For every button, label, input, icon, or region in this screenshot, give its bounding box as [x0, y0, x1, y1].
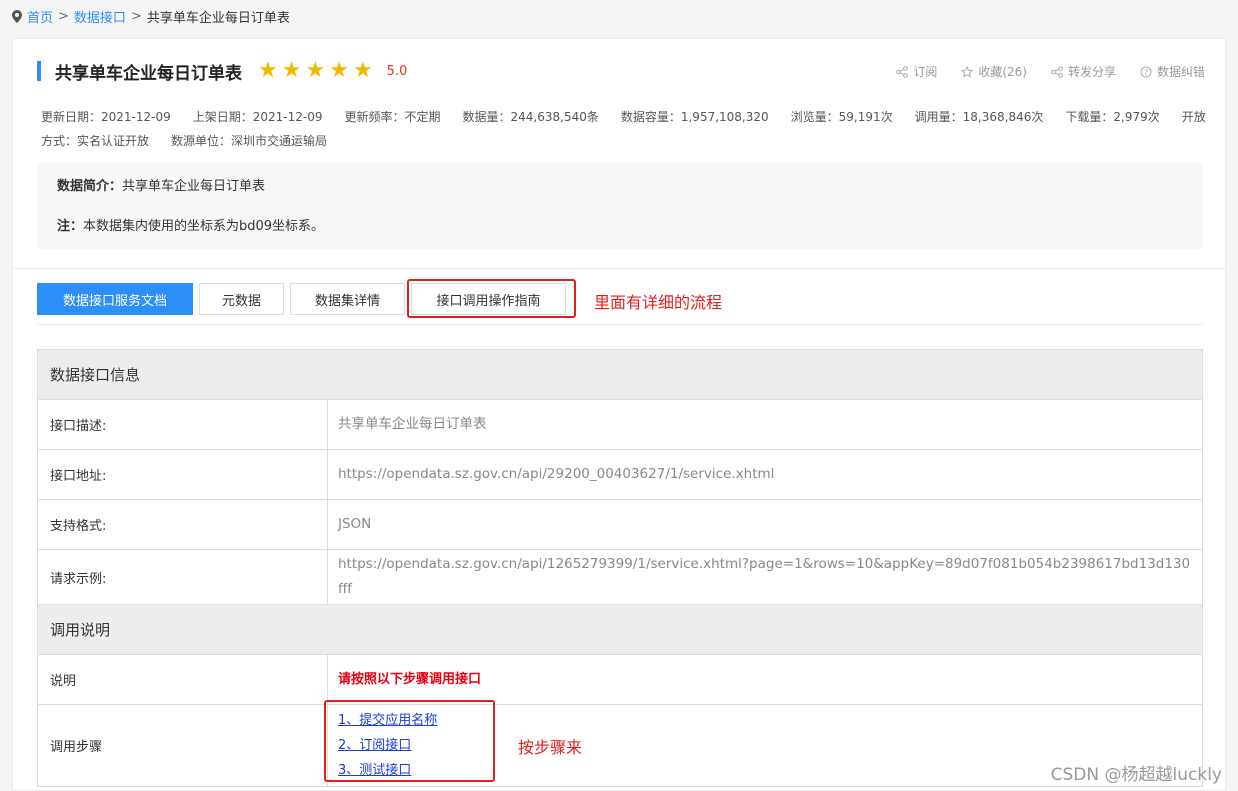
row-value: 共享单车企业每日订单表: [338, 416, 487, 432]
download-count: 下载量：2,979次: [1065, 110, 1160, 124]
share-icon: [896, 65, 909, 78]
report-error-button[interactable]: ? 数据纠错: [1140, 63, 1205, 80]
publish-date: 上架日期：2021-12-09: [192, 110, 323, 124]
breadcrumb-interfaces-link[interactable]: 数据接口: [74, 7, 126, 26]
tab-underline: [37, 324, 1203, 325]
row-value: https://opendata.sz.gov.cn/api/29200_004…: [338, 466, 775, 482]
star-icon: ★: [352, 58, 373, 83]
report-error-label: 数据纠错: [1156, 65, 1205, 79]
tab-api-docs[interactable]: 数据接口服务文档: [37, 283, 193, 315]
annotation-box-steps: [324, 700, 495, 782]
row-label: 接口描述:: [38, 400, 328, 449]
rating-stars: ★ ★ ★ ★ ★: [258, 60, 373, 82]
intro-note: 本数据集内使用的坐标系为bd09坐标系。: [83, 219, 325, 234]
table-row: 调用步骤 1、提交应用名称 2、订阅接口 3、测试接口: [38, 705, 1202, 787]
view-count: 浏览量：59,191次: [790, 110, 893, 124]
subscribe-label: 订阅: [913, 65, 938, 79]
breadcrumb-current: 共享单车企业每日订单表: [146, 10, 290, 26]
row-label: 请求示例:: [38, 550, 328, 604]
star-icon: ★: [258, 58, 278, 83]
star-icon: ★: [305, 58, 326, 83]
row-value: JSON: [338, 516, 372, 532]
call-count: 调用量：18,368,846次: [914, 110, 1044, 124]
title-accent-bar: [37, 61, 41, 81]
source-unit: 数源单位：深圳市交通运输局: [171, 134, 328, 148]
share-label: 转发分享: [1067, 65, 1116, 79]
favorite-label: 收藏(26): [978, 65, 1027, 79]
table-row: 接口地址: https://opendata.sz.gov.cn/api/292…: [38, 450, 1202, 500]
tab-dataset-details[interactable]: 数据集详情: [290, 283, 405, 315]
annotation-guide-note: 里面有详细的流程: [594, 293, 723, 312]
explain-value: 请按照以下步骤调用接口: [338, 672, 482, 687]
row-label: 调用步骤: [38, 705, 328, 786]
table-row: 请求示例: https://opendata.sz.gov.cn/api/126…: [38, 550, 1202, 605]
section-header-call-instructions: 调用说明: [38, 605, 1202, 655]
row-value: https://opendata.sz.gov.cn/api/126527939…: [338, 556, 1191, 597]
intro-summary: 共享单车企业每日订单表: [122, 179, 266, 194]
interface-info-table: 数据接口信息 接口描述: 共享单车企业每日订单表 接口地址: https://o…: [37, 349, 1203, 787]
data-count: 数据量：244,638,540条: [462, 110, 599, 124]
dataset-intro: 数据简介：共享单车企业每日订单表 注：本数据集内使用的坐标系为bd09坐标系。: [37, 163, 1203, 249]
star-outline-icon: [961, 65, 974, 77]
breadcrumb-separator: >: [130, 8, 142, 24]
data-capacity: 数据容量：1,957,108,320: [620, 110, 769, 124]
intro-note-label: 注：: [57, 219, 84, 234]
update-date: 更新日期：2021-12-09: [41, 110, 171, 124]
share-button[interactable]: 转发分享: [1051, 63, 1116, 80]
watermark: CSDN @杨超越luckly: [1050, 765, 1222, 785]
favorite-button[interactable]: 收藏(26): [961, 63, 1027, 80]
svg-text:?: ?: [1144, 68, 1148, 77]
row-label: 支持格式:: [38, 500, 328, 549]
location-pin-icon: [12, 9, 22, 23]
action-bar: 订阅 收藏(26) 转发分享 ? 数据纠错: [896, 63, 1205, 80]
intro-summary-label: 数据简介：: [57, 179, 123, 194]
page-title: 共享单车企业每日订单表: [55, 63, 242, 84]
breadcrumb-separator: >: [58, 8, 69, 24]
title-row: 共享单车企业每日订单表 ★ ★ ★ ★ ★ 5.0: [37, 59, 408, 84]
divider: [13, 268, 1225, 269]
annotation-steps-note: 按步骤来: [518, 738, 583, 757]
tab-metadata[interactable]: 元数据: [199, 283, 284, 315]
row-label: 说明: [38, 655, 328, 704]
star-icon: ★: [329, 58, 349, 83]
help-circle-icon: ?: [1140, 66, 1152, 77]
table-row: 接口描述: 共享单车企业每日订单表: [38, 400, 1202, 450]
share-icon: [1051, 65, 1063, 78]
breadcrumb-home-link[interactable]: 首页: [27, 7, 53, 26]
update-frequency: 更新频率：不定期: [344, 110, 441, 124]
breadcrumb: 首页 > 数据接口 > 共享单车企业每日订单表: [12, 6, 290, 26]
table-row: 支持格式: JSON: [38, 500, 1202, 550]
section-header-interface-info: 数据接口信息: [38, 350, 1202, 400]
subscribe-button[interactable]: 订阅: [896, 63, 937, 80]
annotation-box-guide-tab: [407, 279, 576, 318]
star-icon: ★: [281, 58, 302, 83]
dataset-card: 共享单车企业每日订单表 ★ ★ ★ ★ ★ 5.0 订阅 收藏(26) 转发分享…: [12, 38, 1226, 791]
row-label: 接口地址:: [38, 450, 328, 499]
rating-score: 5.0: [386, 63, 408, 79]
table-row: 说明 请按照以下步骤调用接口: [38, 655, 1202, 705]
dataset-metadata: 更新日期：2021-12-09 上架日期：2021-12-09 更新频率：不定期 数据…: [41, 105, 1211, 153]
